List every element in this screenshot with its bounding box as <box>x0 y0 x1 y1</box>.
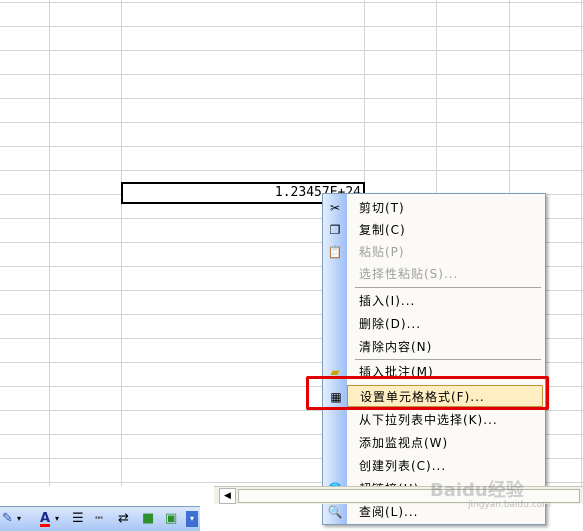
line-color-icon[interactable]: ✎ <box>2 511 13 527</box>
line-style-icon[interactable]: ☰ <box>72 511 84 527</box>
menu-item-paste[interactable]: 📋 粘贴(P) <box>323 241 545 263</box>
watermark-url: jingyan.baidu.com <box>468 500 552 510</box>
highlight-annotation-box <box>306 376 549 410</box>
menu-item-cut[interactable]: ✂ 剪切(T) <box>323 197 545 219</box>
menu-item-pick-from-list[interactable]: 从下拉列表中选择(K)... <box>323 409 545 431</box>
drawing-toolbar: ✎ ▾ A ▾ ☰ ┅ ⇄ ■ ▣ ▾ <box>0 506 200 531</box>
copy-icon: ❐ <box>329 223 341 237</box>
toolbar-options-icon[interactable]: ▾ <box>186 511 198 527</box>
3d-style-icon[interactable]: ▣ <box>165 511 177 527</box>
research-icon: 🔍 <box>327 505 343 519</box>
menu-item-label: 查阅(L)... <box>359 505 419 519</box>
dash-style-icon[interactable]: ┅ <box>95 511 103 527</box>
menu-item-create-list[interactable]: 创建列表(C)... <box>323 455 545 477</box>
menu-separator <box>355 287 541 288</box>
arrow-style-icon[interactable]: ⇄ <box>118 511 129 527</box>
menu-item-insert[interactable]: 插入(I)... <box>323 290 545 312</box>
paste-icon: 📋 <box>327 245 343 259</box>
menu-item-label: 粘贴(P) <box>359 245 405 259</box>
watermark: Baidu经验 <box>430 480 524 501</box>
menu-item-delete[interactable]: 删除(D)... <box>323 313 545 335</box>
shadow-style-icon[interactable]: ■ <box>142 511 154 527</box>
menu-item-label: 插入(I)... <box>359 294 416 308</box>
menu-item-label: 复制(C) <box>359 223 406 237</box>
chevron-down-icon[interactable]: ▾ <box>17 511 21 527</box>
menu-item-label: 选择性粘贴(S)... <box>359 267 459 281</box>
menu-item-clear-contents[interactable]: 清除内容(N) <box>323 336 545 358</box>
chevron-down-icon[interactable]: ▾ <box>55 511 59 527</box>
menu-item-label: 清除内容(N) <box>359 340 433 354</box>
menu-item-add-watch[interactable]: 添加监视点(W) <box>323 432 545 454</box>
menu-item-label: 删除(D)... <box>359 317 422 331</box>
menu-separator <box>355 359 541 360</box>
menu-item-label: 创建列表(C)... <box>359 459 447 473</box>
font-color-icon[interactable]: A <box>40 511 51 527</box>
scroll-left-arrow-icon[interactable]: ◀ <box>219 488 236 504</box>
scissors-icon: ✂ <box>329 201 341 215</box>
menu-item-label: 从下拉列表中选择(K)... <box>359 413 498 427</box>
menu-item-paste-special[interactable]: 选择性粘贴(S)... <box>323 263 545 285</box>
menu-item-label: 剪切(T) <box>359 201 405 215</box>
menu-item-copy[interactable]: ❐ 复制(C) <box>323 219 545 241</box>
menu-item-label: 添加监视点(W) <box>359 436 449 450</box>
